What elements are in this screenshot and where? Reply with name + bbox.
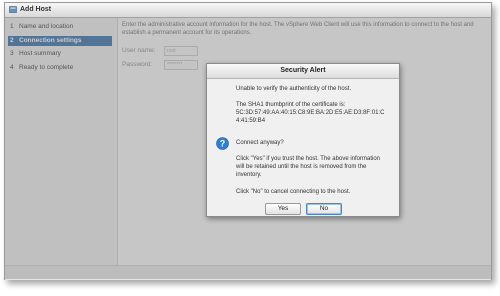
svg-text:?: ?: [220, 139, 226, 149]
thumbprint-value-line1: 5C:3D:57:49:AA:40:15:C8:9E:BA:2D:E5:AE:D…: [236, 110, 385, 116]
security-alert-dialog: Security Alert Unable to verify the auth…: [206, 63, 400, 217]
add-host-icon: [9, 6, 17, 13]
thumbprint-intro-text: The SHA1 thumbprint of the certificate i…: [236, 102, 346, 108]
yes-info-line3: inventory.: [236, 172, 262, 178]
window-titlebar: Add Host: [5, 3, 491, 18]
connect-question-text: Connect anyway?: [236, 140, 284, 146]
thumbprint-value-line2: 4:41:59:B4: [236, 118, 266, 124]
no-button[interactable]: No: [306, 203, 342, 215]
yes-info-line2: will be retained until the host is remov…: [236, 164, 367, 170]
auth-warning-text: Unable to verify the authenticity of the…: [236, 86, 352, 92]
yes-info-line1: Click "Yes" if you trust the host. The a…: [236, 156, 380, 162]
yes-button[interactable]: Yes: [265, 203, 301, 215]
no-info-text: Click "No" to cancel connecting to the h…: [236, 189, 351, 195]
window-title: Add Host: [20, 6, 52, 13]
dialog-title: Security Alert: [207, 64, 399, 79]
question-icon: ?: [216, 137, 229, 150]
